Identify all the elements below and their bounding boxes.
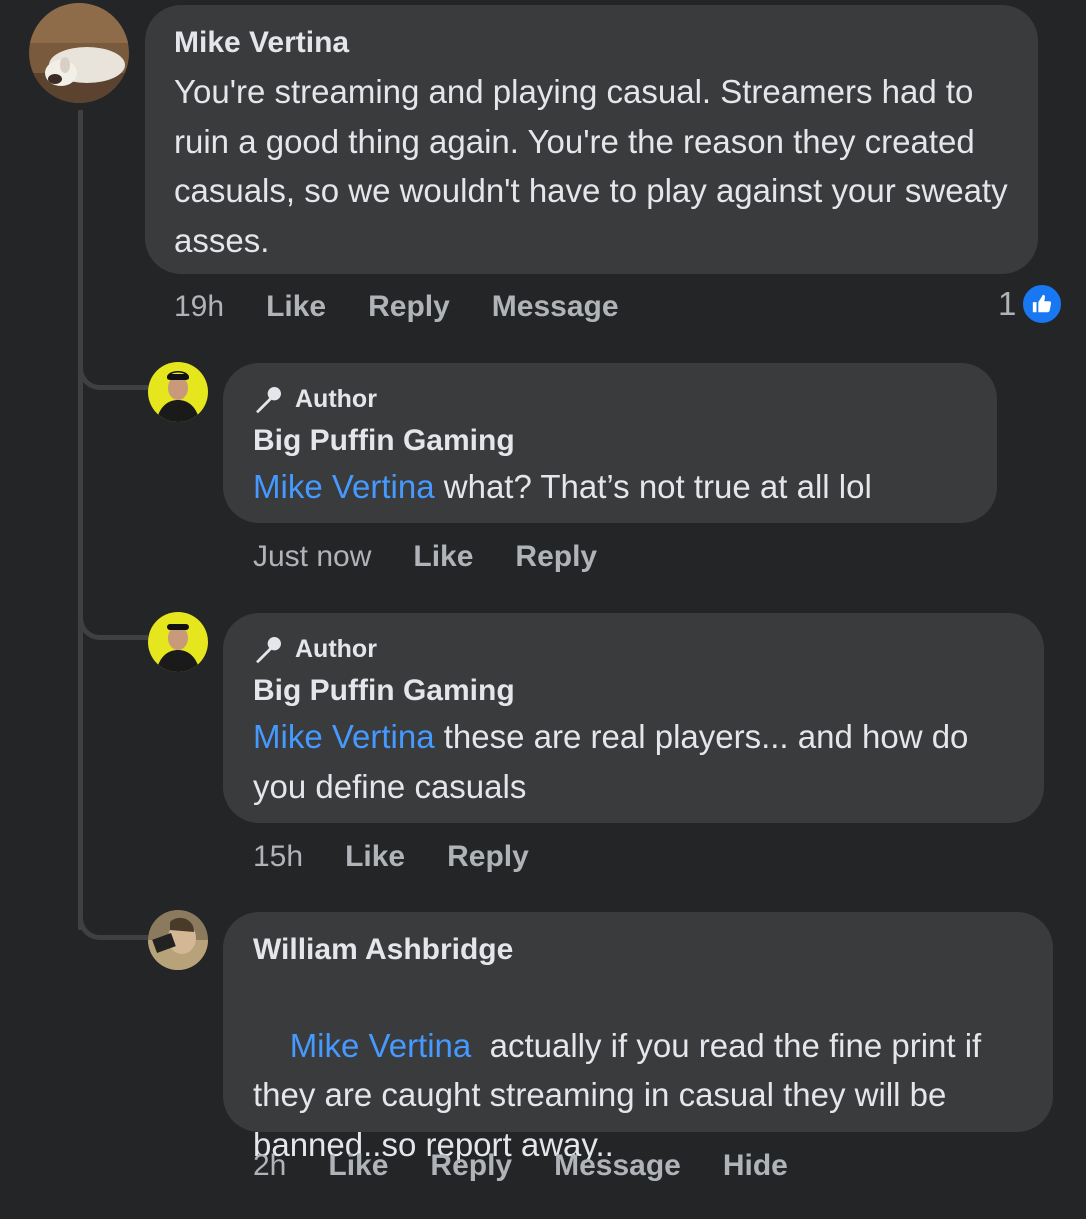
mention-link[interactable]: Mike Vertina [290, 1027, 472, 1064]
thread-line [78, 110, 83, 930]
comment-author[interactable]: Mike Vertina [174, 25, 1008, 61]
reply-author[interactable]: Big Puffin Gaming [253, 423, 967, 459]
profile-photo-icon [148, 362, 208, 422]
profile-photo-icon [148, 612, 208, 672]
message-button[interactable]: Message [554, 1149, 681, 1183]
message-button[interactable]: Message [492, 290, 619, 324]
reaction-count: 1 [998, 285, 1017, 322]
author-badge: Author [253, 383, 967, 415]
reply-bubble: Author Big Puffin Gaming Mike Vertina wh… [223, 363, 997, 523]
thumbs-up-icon [1020, 282, 1065, 326]
like-button[interactable]: Like [328, 1149, 388, 1183]
comment-actions: 19h Like Reply Message [174, 287, 661, 327]
reply-author[interactable]: Big Puffin Gaming [253, 673, 1014, 709]
avatar[interactable] [148, 910, 208, 970]
reply-text: Mike Vertina what? That’s not true at al… [253, 462, 967, 512]
reply-timestamp[interactable]: 2h [253, 1149, 286, 1183]
thread-elbow [78, 600, 148, 640]
reaction-summary[interactable]: 1 [998, 282, 1065, 326]
avatar[interactable] [148, 612, 208, 672]
thread-elbow [78, 350, 148, 390]
reply-text-body: what? That’s not true at all lol [434, 468, 872, 505]
reply-button[interactable]: Reply [368, 290, 450, 324]
avatar[interactable] [148, 362, 208, 422]
comment-text: You're streaming and playing casual. Str… [174, 73, 1008, 259]
reply-actions: 2h Like Reply Message Hide [253, 1146, 830, 1186]
reply-text: Mike Vertina these are real players... a… [253, 712, 1014, 811]
like-button[interactable]: Like [266, 290, 326, 324]
thread-elbow [78, 900, 148, 940]
profile-photo-icon [148, 910, 208, 970]
mention-link[interactable]: Mike Vertina [253, 718, 435, 755]
avatar[interactable] [29, 3, 129, 103]
author-badge-label: Author [295, 635, 377, 663]
reply-button[interactable]: Reply [447, 840, 529, 874]
like-button[interactable]: Like [345, 840, 405, 874]
author-badge-label: Author [295, 385, 377, 413]
reply-timestamp[interactable]: 15h [253, 840, 303, 874]
reply-timestamp[interactable]: Just now [253, 540, 371, 574]
hide-button[interactable]: Hide [723, 1149, 788, 1183]
microphone-icon [256, 387, 281, 414]
comment-timestamp[interactable]: 19h [174, 290, 224, 324]
reply-button[interactable]: Reply [515, 540, 597, 574]
reply-author[interactable]: William Ashbridge [253, 932, 1023, 968]
microphone-icon [256, 637, 281, 664]
mention-link[interactable]: Mike Vertina [253, 468, 435, 505]
like-button[interactable]: Like [413, 540, 473, 574]
reply-actions: Just now Like Reply [253, 537, 639, 577]
author-badge: Author [253, 633, 1014, 665]
reply-bubble: Author Big Puffin Gaming Mike Vertina th… [223, 613, 1044, 823]
reply-button[interactable]: Reply [430, 1149, 512, 1183]
reply-actions: 15h Like Reply [253, 837, 571, 877]
comment-bubble: Mike Vertina You're streaming and playin… [145, 5, 1038, 274]
reply-bubble: William Ashbridge Mike Vertina actually … [223, 912, 1053, 1163]
dog-photo-icon [29, 3, 129, 103]
